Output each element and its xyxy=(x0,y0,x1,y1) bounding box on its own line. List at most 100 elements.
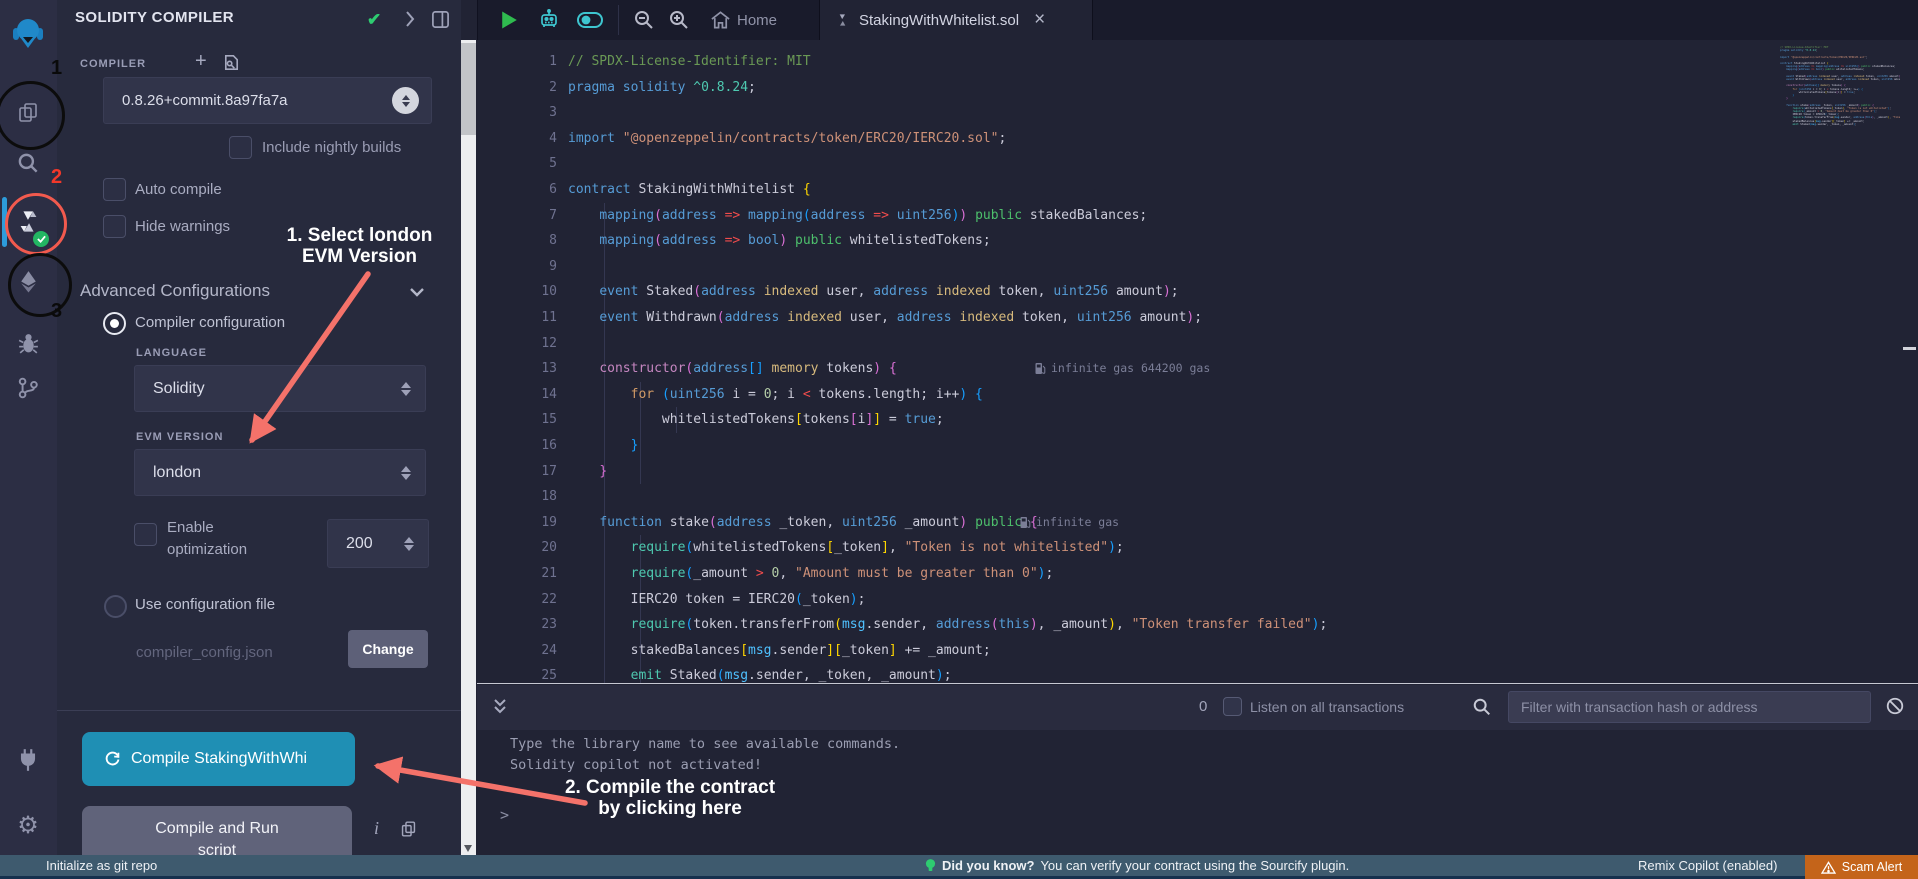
hide-warnings-checkbox[interactable] xyxy=(103,215,126,238)
compiler-section-label: COMPILER xyxy=(80,58,146,70)
terminal-bar: 0 Listen on all transactions xyxy=(477,685,1918,730)
tip-text: You can verify your contract using the S… xyxy=(1040,858,1349,873)
zoom-out-icon[interactable] xyxy=(628,0,660,40)
code-line: 14 for (uint256 i = 0; i < tokens.length… xyxy=(477,382,1897,408)
code-line: 12 xyxy=(477,331,1897,357)
add-compiler-icon[interactable]: + xyxy=(195,50,207,73)
home-tab[interactable]: Home xyxy=(734,0,780,40)
config-file-name[interactable]: compiler_config.json xyxy=(136,644,273,661)
auto-compile-label: Auto compile xyxy=(135,181,222,198)
auto-compile-checkbox[interactable] xyxy=(103,178,126,201)
chevron-down-icon[interactable] xyxy=(407,283,427,306)
code-line: 18 xyxy=(477,484,1897,510)
code-line: 16 } xyxy=(477,433,1897,459)
code-line: 23 require(token.transferFrom(msg.sender… xyxy=(477,612,1897,638)
transaction-filter-input[interactable] xyxy=(1508,691,1871,723)
run-script-icon[interactable] xyxy=(494,0,524,40)
include-nightly-label: Include nightly builds xyxy=(262,139,401,156)
listen-transactions-checkbox[interactable] xyxy=(1223,697,1242,716)
hide-warnings-label: Hide warnings xyxy=(135,218,230,235)
compile-button-label: Compile StakingWithWhi xyxy=(131,750,307,768)
warning-triangle-icon xyxy=(1821,861,1836,874)
code-line: 2pragma solidity ^0.8.24; xyxy=(477,75,1897,101)
plugin-manager-icon[interactable] xyxy=(0,737,56,783)
expand-terminal-icon[interactable] xyxy=(491,696,509,723)
include-nightly-checkbox[interactable] xyxy=(229,136,252,159)
language-label: LANGUAGE xyxy=(136,347,207,359)
terminal-search-icon[interactable] xyxy=(1472,697,1492,722)
code-line: 6contract StakingWithWhitelist { xyxy=(477,177,1897,203)
remix-logo-icon[interactable] xyxy=(0,10,56,56)
git-icon[interactable] xyxy=(0,365,56,411)
compile-button[interactable]: Compile StakingWithWhi xyxy=(82,732,355,786)
scam-alert-label: Scam Alert xyxy=(1842,860,1902,874)
optimization-runs-input[interactable]: 200 xyxy=(327,519,429,568)
solidity-file-icon xyxy=(835,12,850,28)
copilot-toggle-icon[interactable] xyxy=(573,0,607,40)
tab-stakingwithwhitelist[interactable]: StakingWithWhitelist.sol × xyxy=(819,0,1093,40)
enable-optimization-label-1: Enable xyxy=(167,519,214,536)
code-line: 17 } xyxy=(477,459,1897,485)
scrollbar-thumb[interactable] xyxy=(461,43,476,135)
editor-scrollbar-marker[interactable] xyxy=(1903,347,1916,350)
code-line: 21 require(_amount > 0, "Amount must be … xyxy=(477,561,1897,587)
zoom-in-icon[interactable] xyxy=(663,0,695,40)
info-icon[interactable]: i xyxy=(374,818,379,839)
did-you-know-tip: Did you know? You can verify your contra… xyxy=(925,858,1349,873)
compiler-configuration-radio[interactable] xyxy=(103,312,126,335)
compiler-version-select[interactable]: 0.8.26+commit.8a97fa7a xyxy=(103,77,432,124)
minimap-line: event Withdrawn(address indexed user, ad… xyxy=(1780,78,1900,81)
terminal[interactable]: 0 Listen on all transactions Type the li… xyxy=(477,683,1918,856)
runs-stepper-icon[interactable] xyxy=(404,537,414,551)
code-line: 8 mapping(address => bool) public whitel… xyxy=(477,228,1897,254)
code-line: 3 xyxy=(477,100,1897,126)
enable-optimization-label-2: optimization xyxy=(167,541,247,558)
copilot-status[interactable]: Remix Copilot (enabled) xyxy=(1638,858,1777,873)
icon-rail: ⚙ xyxy=(0,0,58,855)
file-explorer-icon[interactable] xyxy=(0,90,56,136)
code-line: 20 require(whitelistedTokens[_token], "T… xyxy=(477,535,1897,561)
home-icon[interactable] xyxy=(706,0,734,40)
settings-gear-icon[interactable]: ⚙ xyxy=(0,802,56,848)
terminal-line: Type the library name to see available c… xyxy=(510,736,900,752)
use-configuration-file-label: Use configuration file xyxy=(135,596,275,613)
optimization-runs-value: 200 xyxy=(328,535,373,553)
code-line: 22 IERC20 token = IERC20(_token); xyxy=(477,587,1897,613)
clear-console-icon[interactable] xyxy=(1885,696,1905,721)
version-updown-icon xyxy=(392,87,419,114)
compiler-configuration-label: Compiler configuration xyxy=(135,314,285,331)
code-line: 25 emit Staked(msg.sender, _token, _amou… xyxy=(477,663,1897,684)
panel-scrollbar[interactable] xyxy=(461,40,476,855)
refresh-icon xyxy=(104,751,121,768)
advanced-configurations-heading[interactable]: Advanced Configurations xyxy=(80,281,270,301)
evm-version-select[interactable]: london xyxy=(134,449,426,496)
chevron-right-icon[interactable] xyxy=(401,8,419,35)
enable-optimization-checkbox[interactable] xyxy=(134,523,157,546)
lightbulb-icon xyxy=(925,858,936,873)
search-icon[interactable] xyxy=(0,140,56,186)
scam-alert-badge[interactable]: Scam Alert xyxy=(1805,855,1918,879)
select-updown-icon xyxy=(401,466,411,480)
open-file-icon[interactable] xyxy=(222,53,241,77)
compile-run-label-1: Compile and Run xyxy=(155,818,279,840)
deploy-run-icon[interactable] xyxy=(0,258,56,304)
copy-icon[interactable] xyxy=(400,820,417,843)
minimap-line: emit Staked(msg.sender, _token, _amount)… xyxy=(1780,123,1900,126)
code-editor[interactable]: 1// SPDX-License-Identifier: MIT2pragma … xyxy=(477,40,1903,684)
compile-success-badge-icon xyxy=(33,231,49,247)
language-select[interactable]: Solidity xyxy=(134,365,426,412)
editor-toolbar: Home StakingWithWhitelist.sol × xyxy=(477,0,1918,40)
status-bar: Initialize as git repo Did you know? You… xyxy=(0,855,1918,876)
git-init-status[interactable]: Initialize as git repo xyxy=(46,858,157,873)
change-config-button[interactable]: Change xyxy=(348,630,428,668)
pin-panel-icon[interactable] xyxy=(431,10,450,34)
compiled-check-icon: ✔ xyxy=(367,10,381,30)
debugger-icon[interactable] xyxy=(0,320,56,366)
listen-transactions-label: Listen on all transactions xyxy=(1250,699,1404,715)
ai-assistant-robot-icon[interactable] xyxy=(533,0,565,40)
scrollbar-down-arrow-icon[interactable] xyxy=(464,845,472,852)
use-configuration-file-radio[interactable] xyxy=(104,595,127,618)
tab-close-icon[interactable]: × xyxy=(1034,9,1045,31)
minimap[interactable]: // SPDX-License-Identifier: MITpragma so… xyxy=(1780,46,1900,126)
terminal-prompt[interactable]: > xyxy=(500,806,509,824)
